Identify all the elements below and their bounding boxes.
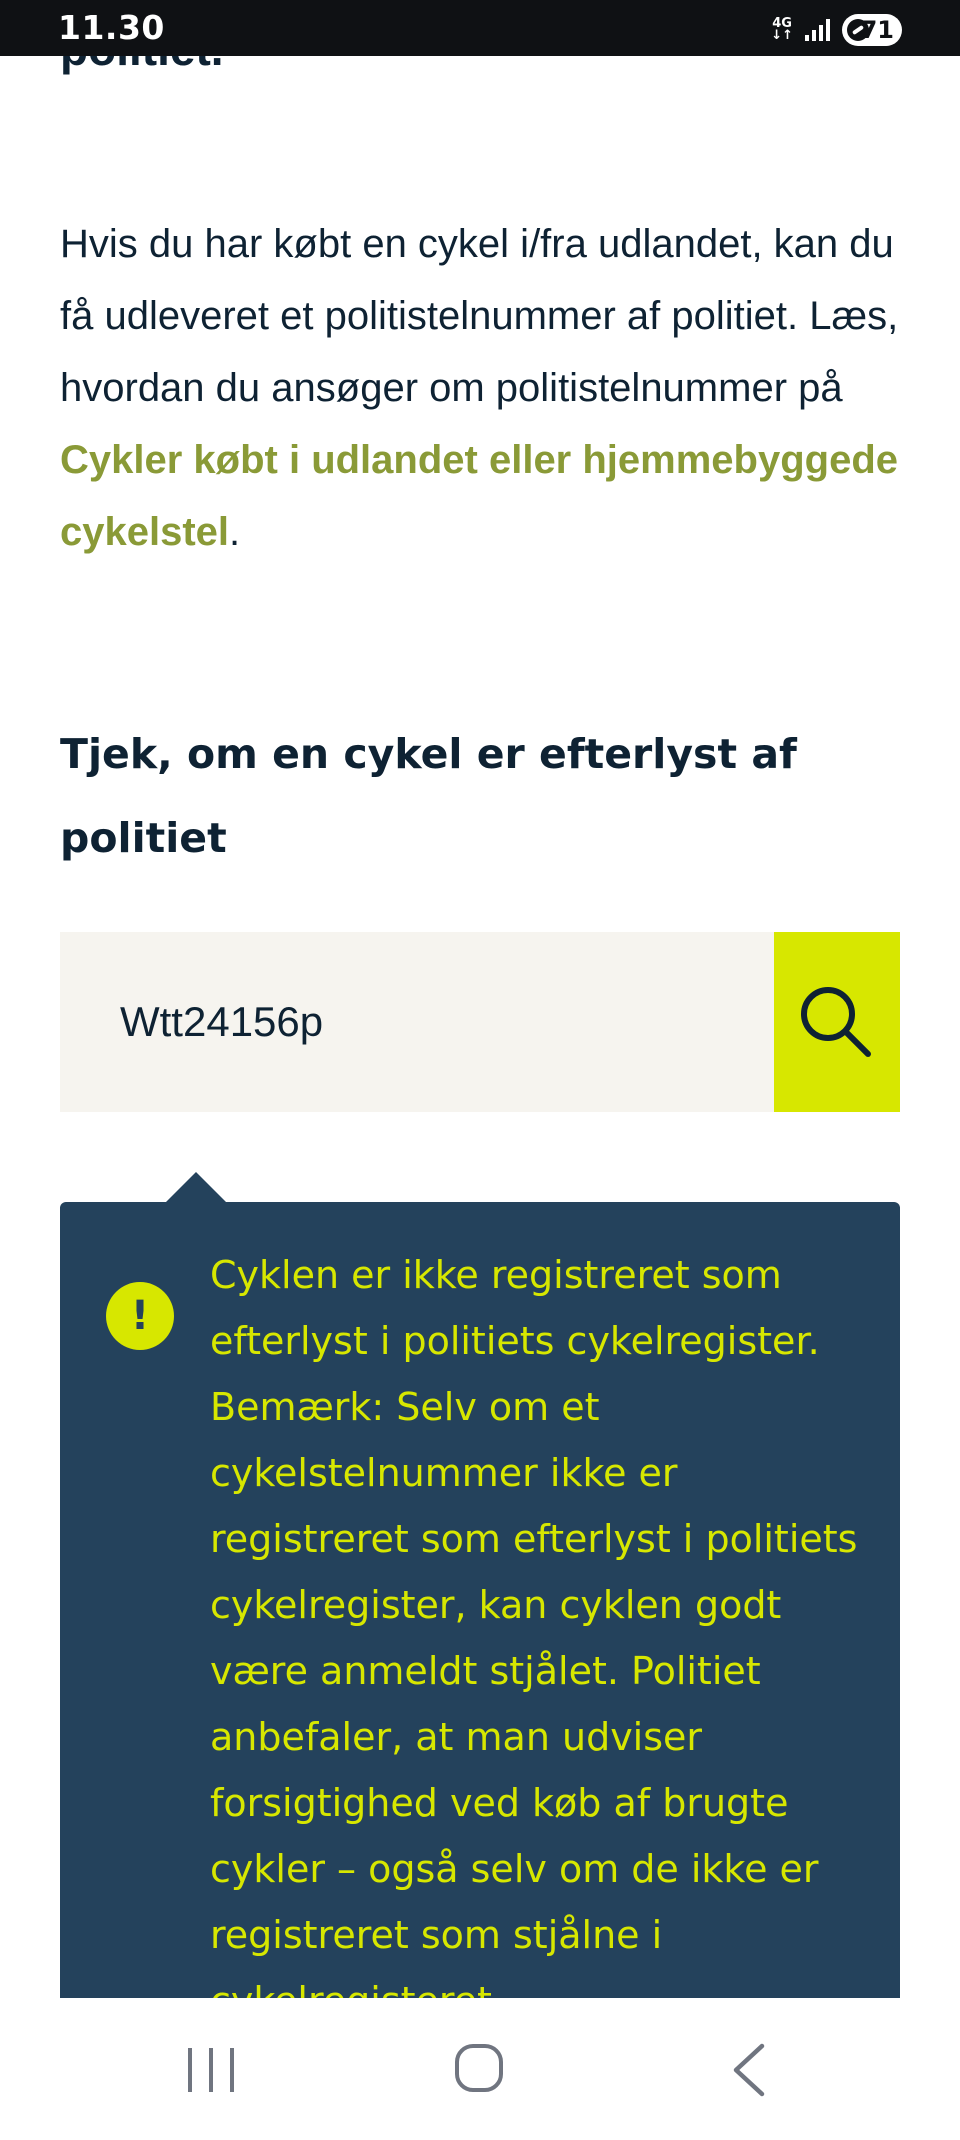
exclamation-icon: ! bbox=[106, 1282, 174, 1350]
frame-number-search bbox=[60, 932, 900, 1112]
search-button[interactable] bbox=[774, 932, 900, 1112]
status-time: 11.30 bbox=[58, 8, 165, 47]
frame-number-input[interactable] bbox=[60, 932, 774, 1112]
section-heading: Tjek, om en cykel er efterlyst af politi… bbox=[60, 730, 797, 862]
power-saving-icon bbox=[847, 19, 869, 41]
search-result-panel: ! Cyklen er ikke registreret som efterly… bbox=[60, 1202, 900, 2002]
intro-text: Hvis du har købt en cykel i/fra udlandet… bbox=[60, 222, 899, 410]
home-icon[interactable] bbox=[455, 2044, 503, 2092]
back-icon[interactable] bbox=[728, 2042, 768, 2098]
status-icons: 4G ↓↑ 71 bbox=[771, 10, 902, 50]
search-icon bbox=[801, 987, 871, 1057]
status-bar: 11.30 4G ↓↑ 71 bbox=[0, 0, 960, 56]
result-message: Cyklen er ikke registreret som efterlyst… bbox=[210, 1253, 858, 2002]
network-indicator: 4G ↓↑ bbox=[771, 17, 793, 43]
recent-apps-icon[interactable] bbox=[188, 2048, 234, 2092]
foreign-bikes-link[interactable]: Cykler købt i udlandet eller hjemmebygge… bbox=[60, 438, 898, 554]
intro-text-end: . bbox=[229, 510, 241, 554]
intro-paragraph: Hvis du har købt en cykel i/fra udlandet… bbox=[60, 208, 900, 568]
system-navigation-bar bbox=[0, 1998, 960, 2140]
signal-strength-icon bbox=[805, 19, 830, 41]
data-arrows-icon: ↓↑ bbox=[771, 28, 793, 43]
result-pointer bbox=[166, 1172, 226, 1202]
battery-icon: 71 bbox=[842, 14, 902, 46]
